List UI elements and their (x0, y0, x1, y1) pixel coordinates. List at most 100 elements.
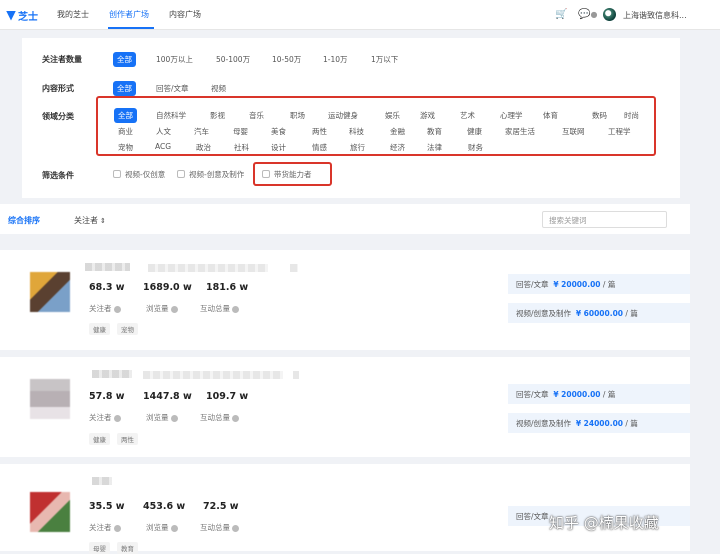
search-input[interactable]: 搜索关键词 (542, 211, 667, 228)
blurred-name (85, 263, 130, 271)
price-row-article: 回答/文章 ¥ 20000.00 / 篇 (508, 274, 690, 294)
domain-option[interactable]: 音乐 (249, 110, 264, 121)
inter-label: 互动总量 (200, 412, 239, 423)
domain-option[interactable]: 政治 (196, 142, 211, 153)
info-icon[interactable] (113, 305, 121, 313)
checkbox-video-idea[interactable] (113, 170, 121, 178)
domain-option[interactable]: 汽车 (194, 126, 209, 137)
domain-option[interactable]: 美食 (271, 126, 286, 137)
info-icon[interactable] (113, 414, 121, 422)
domain-option[interactable]: 人文 (156, 126, 171, 137)
blurred-bio (148, 264, 268, 272)
domain-option[interactable]: 职场 (290, 110, 305, 121)
domain-option[interactable]: 法律 (427, 142, 442, 153)
domain-option[interactable]: 金融 (390, 126, 405, 137)
inter-label: 互动总量 (200, 303, 239, 314)
domain-option[interactable]: 社科 (234, 142, 249, 153)
domain-option[interactable]: 教育 (427, 126, 442, 137)
blurred-bio (143, 371, 283, 379)
views-label: 浏览量 (146, 522, 178, 533)
nav-creator-square[interactable]: 创作者广场 (109, 9, 149, 20)
info-icon[interactable] (232, 524, 239, 532)
sort-followers[interactable]: 关注者 ⇕ (74, 215, 106, 226)
follower-option[interactable]: 1-10万 (323, 54, 348, 65)
domain-option-all[interactable]: 全部 (114, 108, 137, 123)
creator-avatar[interactable] (30, 492, 70, 532)
views-value: 1447.8 w (143, 391, 192, 402)
follower-option[interactable]: 10-50万 (272, 54, 301, 65)
creator-avatar[interactable] (30, 272, 70, 312)
domain-option[interactable]: 自然科学 (156, 110, 186, 121)
avatar[interactable] (603, 8, 616, 21)
checkbox-video-make[interactable] (177, 170, 185, 178)
domain-option[interactable]: 宠物 (118, 142, 133, 153)
domain-option[interactable]: 家居生活 (505, 126, 535, 137)
views-label: 浏览量 (146, 303, 178, 314)
creator-avatar[interactable] (30, 379, 70, 419)
domain-option[interactable]: 母婴 (233, 126, 248, 137)
form-filter-label: 内容形式 (42, 84, 74, 93)
domain-option[interactable]: 游戏 (420, 110, 435, 121)
domain-option[interactable]: 健康 (467, 126, 482, 137)
form-option-all[interactable]: 全部 (113, 81, 136, 96)
domain-option[interactable]: 艺术 (460, 110, 475, 121)
tag: 教育 (117, 542, 138, 554)
tag: 健康 (89, 433, 110, 445)
info-icon[interactable] (170, 524, 178, 532)
checkbox-sales-ability[interactable] (262, 170, 270, 178)
domain-option[interactable]: 心理学 (500, 110, 523, 121)
views-value: 453.6 w (143, 501, 186, 512)
form-option[interactable]: 回答/文章 (156, 83, 189, 94)
form-option[interactable]: 视频 (211, 83, 226, 94)
followers-label: 关注者 (89, 303, 121, 314)
domain-option[interactable]: 科技 (349, 126, 364, 137)
creator-card[interactable]: 35.5 w 453.6 w 72.5 w 关注者 浏览量 互动总量 母婴 教育… (0, 464, 690, 554)
tag: 两性 (117, 433, 138, 445)
domain-option[interactable]: 财务 (468, 142, 483, 153)
nav-my-zhishi[interactable]: 我的芝士 (57, 9, 89, 20)
domain-option[interactable]: 数码 (592, 110, 607, 121)
bell-icon[interactable]: ● (588, 9, 600, 21)
domain-option[interactable]: 两性 (312, 126, 327, 137)
domain-option[interactable]: 情感 (312, 142, 327, 153)
domain-option[interactable]: 时尚 (624, 110, 639, 121)
nav-content-square[interactable]: 内容广场 (169, 9, 201, 20)
checkbox-label: 带货能力者 (274, 170, 312, 179)
domain-option[interactable]: 娱乐 (385, 110, 400, 121)
watermark: 知乎 @楠果收藏 (549, 514, 659, 532)
follower-option[interactable]: 50-100万 (216, 54, 250, 65)
domain-option[interactable]: 互联网 (562, 126, 585, 137)
info-icon[interactable] (232, 414, 239, 422)
domain-option[interactable]: 体育 (543, 110, 558, 121)
creator-card[interactable]: 68.3 w 1689.0 w 181.6 w 关注者 浏览量 互动总量 健康 … (0, 250, 690, 350)
domain-option[interactable]: ACG (155, 142, 171, 151)
followers-value: 68.3 w (89, 282, 125, 293)
cart-icon[interactable]: 🛒 (555, 9, 567, 21)
follower-option[interactable]: 1万以下 (371, 54, 398, 65)
domain-option[interactable]: 旅行 (350, 142, 365, 153)
screen-filter-label: 筛选条件 (42, 171, 74, 180)
domain-filter-label: 领域分类 (42, 112, 74, 121)
info-icon[interactable] (170, 414, 178, 422)
domain-option[interactable]: 设计 (271, 142, 286, 153)
checkbox-label: 视频-创意及制作 (189, 170, 245, 179)
views-label: 浏览量 (146, 412, 178, 423)
user-name[interactable]: 上海谐致信息科... (623, 10, 687, 21)
info-icon[interactable] (232, 305, 239, 313)
follower-option[interactable]: 100万以上 (156, 54, 193, 65)
follower-option-all[interactable]: 全部 (113, 52, 136, 67)
blurred-name (92, 477, 112, 485)
filter-panel: 关注者数量 全部 100万以上 50-100万 10-50万 1-10万 1万以… (22, 38, 680, 198)
sort-comprehensive[interactable]: 综合排序 (8, 215, 40, 226)
views-value: 1689.0 w (143, 282, 192, 293)
domain-option[interactable]: 运动健身 (328, 110, 358, 121)
info-icon[interactable] (170, 305, 178, 313)
domain-option[interactable]: 影视 (210, 110, 225, 121)
domain-option[interactable]: 经济 (390, 142, 405, 153)
creator-card[interactable]: 57.8 w 1447.8 w 109.7 w 关注者 浏览量 互动总量 健康 … (0, 357, 690, 457)
interactions-value: 181.6 w (206, 282, 249, 293)
domain-option[interactable]: 商业 (118, 126, 133, 137)
domain-option[interactable]: 工程学 (608, 126, 631, 137)
logo[interactable]: 芝士 (6, 8, 38, 23)
info-icon[interactable] (113, 524, 121, 532)
